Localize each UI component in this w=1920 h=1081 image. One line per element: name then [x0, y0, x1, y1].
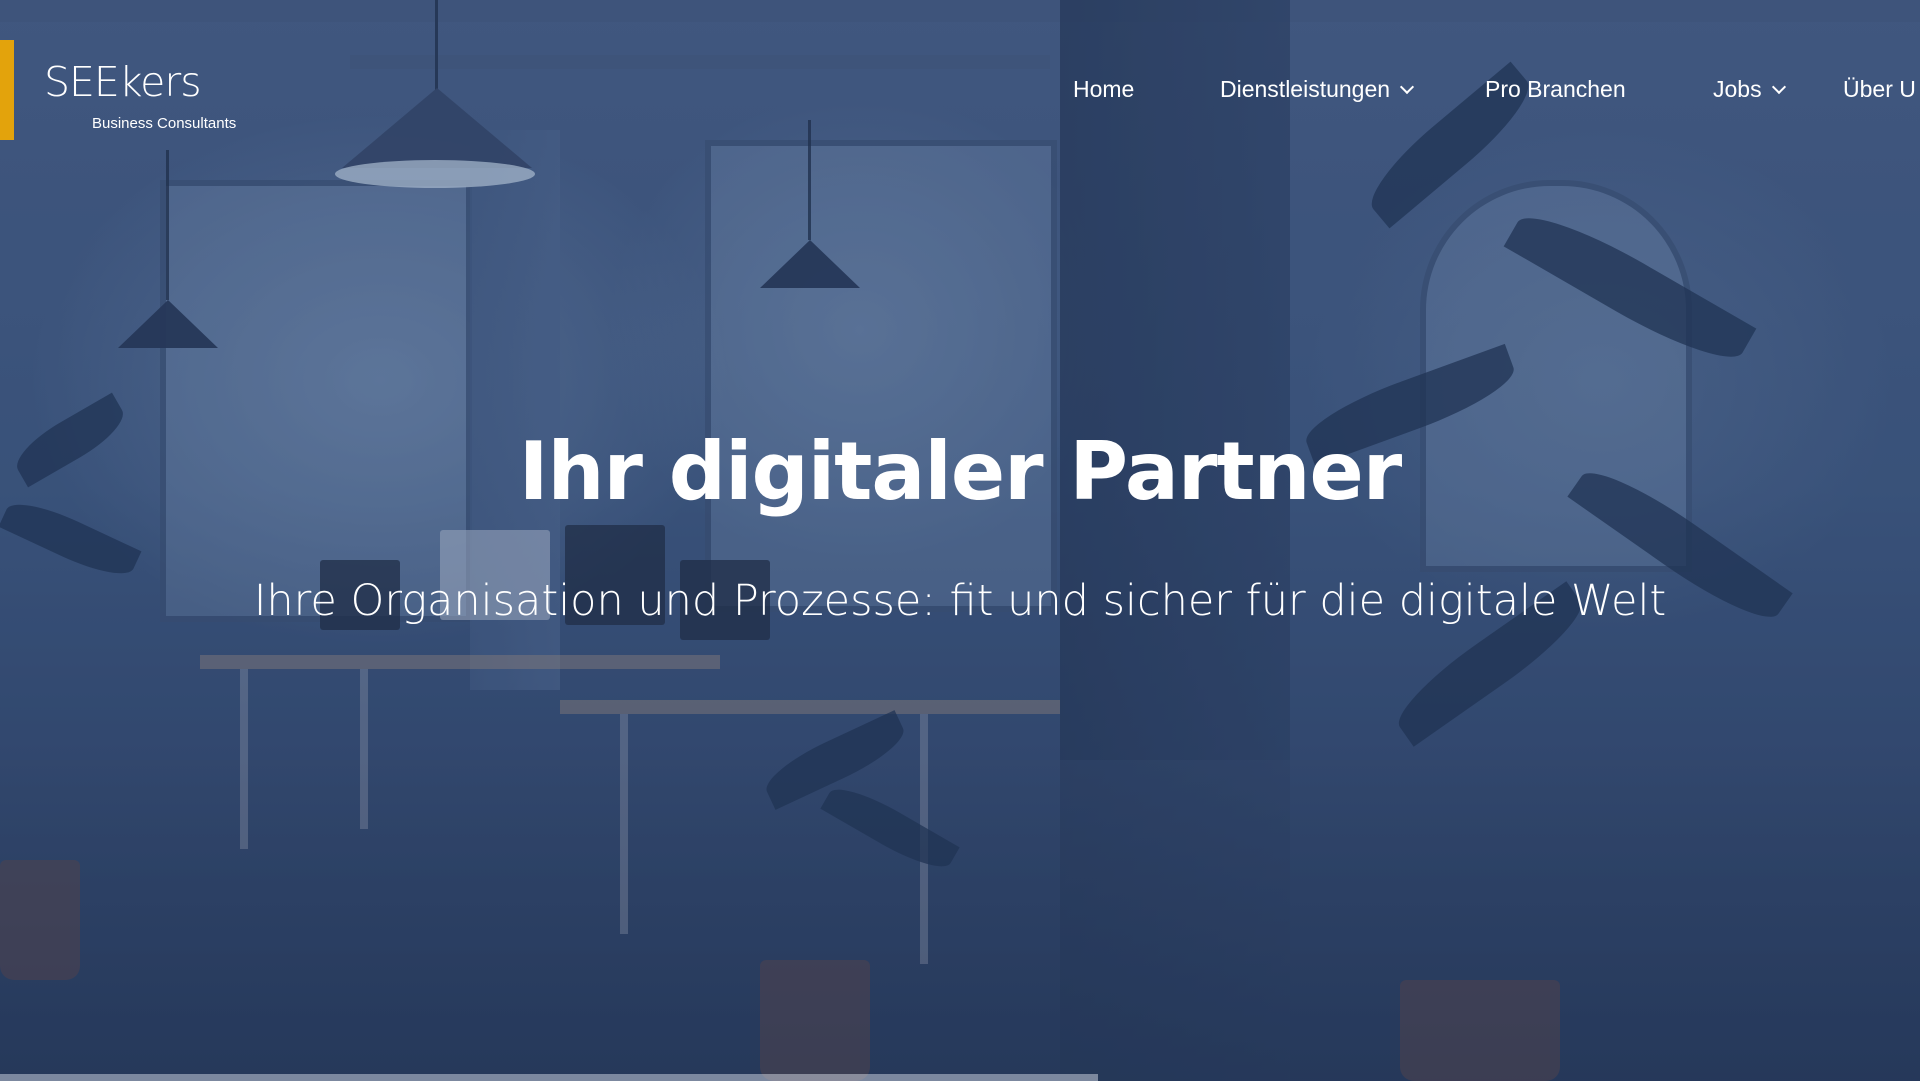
bottom-strip	[0, 1074, 1098, 1081]
logo-wordmark[interactable]: SEEkers	[44, 62, 202, 103]
nav-item-label: Über U	[1843, 76, 1916, 102]
nav-item-home[interactable]: Home	[1073, 74, 1134, 104]
hero-subtitle: Ihre Organisation und Prozesse: fit und …	[253, 576, 1667, 626]
nav-item-ueber-uns[interactable]: Über U	[1843, 74, 1916, 104]
nav-item-dienstleistungen[interactable]: Dienstleistungen	[1220, 74, 1415, 104]
chevron-down-icon	[1771, 79, 1786, 95]
hero-section: SEEkers Business Consultants Home Dienst…	[0, 0, 1920, 1081]
nav-item-jobs[interactable]: Jobs	[1713, 74, 1786, 104]
logo-tagline: Business Consultants	[92, 115, 237, 132]
hero-title: Ihr digitaler Partner	[518, 425, 1402, 518]
logo-accent-bar	[0, 40, 14, 140]
nav-item-pro-branchen[interactable]: Pro Branchen	[1485, 74, 1626, 104]
nav-item-label: Home	[1073, 76, 1135, 102]
nav-item-label: Jobs	[1713, 76, 1762, 102]
nav-item-label: Dienstleistungen	[1220, 76, 1391, 102]
chevron-down-icon	[1399, 79, 1415, 95]
color-overlay	[0, 0, 1920, 1081]
nav-item-label: Pro Branchen	[1485, 76, 1626, 102]
